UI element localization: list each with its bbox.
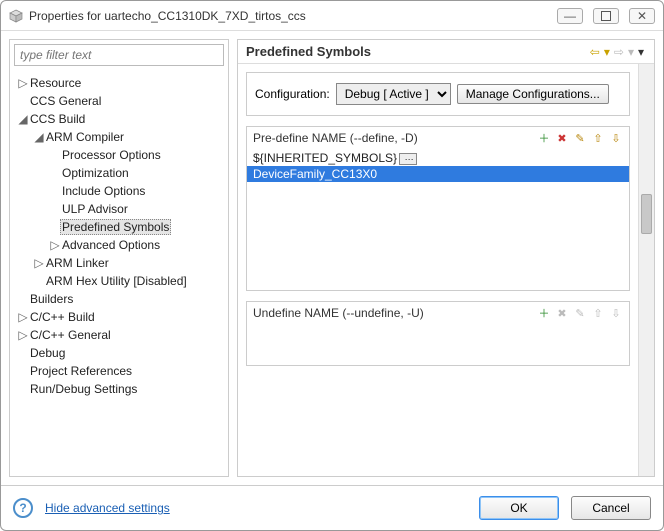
define-list[interactable]: ${INHERITED_SYMBOLS} DeviceFamily_CC13X0 [247,150,629,290]
delete-icon: ✖ [555,306,569,320]
expand-icon[interactable]: ▷ [18,326,28,344]
hide-advanced-link[interactable]: Hide advanced settings [45,501,170,515]
window-title: Properties for uartecho_CC1310DK_7XD_tir… [29,9,557,23]
close-button[interactable]: ✕ [629,8,655,24]
edit-icon: ✎ [573,306,587,320]
content-area: ▷Resource CCS General ◢CCS Build ◢ARM Co… [1,31,663,485]
tree-item-ccs-general[interactable]: CCS General [28,94,103,108]
undefine-label: Undefine NAME (--undefine, -U) [253,306,537,320]
list-item[interactable]: DeviceFamily_CC13X0 [247,166,629,182]
tree-item-ulp-advisor[interactable]: ULP Advisor [60,202,130,216]
configuration-label: Configuration: [255,87,330,101]
scrollbar-thumb[interactable] [641,194,652,234]
tree-item-c-cpp-build[interactable]: C/C++ Build [28,310,97,324]
forward-icon: ⇨ [612,45,626,59]
manage-configurations-button[interactable]: Manage Configurations... [457,84,609,104]
category-tree-pane: ▷Resource CCS General ◢CCS Build ◢ARM Co… [9,39,229,477]
forward-menu-icon: ▾ [626,45,636,59]
vertical-scrollbar[interactable] [638,64,654,476]
expand-icon[interactable]: ▷ [18,308,28,326]
expand-icon[interactable]: ▷ [34,254,44,272]
tree-item-c-cpp-general[interactable]: C/C++ General [28,328,113,342]
titlebar: Properties for uartecho_CC1310DK_7XD_tir… [1,1,663,31]
category-tree[interactable]: ▷Resource CCS General ◢CCS Build ◢ARM Co… [10,70,228,476]
tree-item-debug[interactable]: Debug [28,346,67,360]
configuration-group: Configuration: Debug [ Active ] Manage C… [246,72,630,116]
move-up-icon[interactable]: ⇧ [591,131,605,145]
tree-item-project-references[interactable]: Project References [28,364,134,378]
filter-box [14,44,224,66]
dialog-body: ▷Resource CCS General ◢CCS Build ◢ARM Co… [1,31,663,530]
undefine-toolbar: Undefine NAME (--undefine, -U) ＋ ✖ ✎ ⇧ ⇩ [247,302,629,325]
settings-pane: Predefined Symbols ⇦ ▾ ⇨ ▾ ▾ Configurati… [237,39,655,477]
define-label: Pre-define NAME (--define, -D) [253,131,537,145]
tree-item-arm-linker[interactable]: ARM Linker [44,256,111,270]
view-menu-icon[interactable]: ▾ [636,45,646,59]
collapse-icon[interactable]: ◢ [34,128,44,146]
filter-input[interactable] [14,44,224,66]
tree-item-include-options[interactable]: Include Options [60,184,147,198]
undefine-group: Undefine NAME (--undefine, -U) ＋ ✖ ✎ ⇧ ⇩ [246,301,630,366]
collapse-icon[interactable]: ◢ [18,110,28,128]
list-item[interactable]: ${INHERITED_SYMBOLS} [247,150,629,166]
add-icon[interactable]: ＋ [537,131,551,145]
tree-item-processor-options[interactable]: Processor Options [60,148,163,162]
tree-item-ccs-build[interactable]: CCS Build [28,112,87,126]
expand-icon[interactable]: ▷ [50,236,60,254]
move-down-icon[interactable]: ⇩ [609,131,623,145]
tree-item-optimization[interactable]: Optimization [60,166,131,180]
cancel-button[interactable]: Cancel [571,496,651,520]
undefine-list[interactable] [247,325,629,365]
define-toolbar: Pre-define NAME (--define, -D) ＋ ✖ ✎ ⇧ ⇩ [247,127,629,150]
add-icon[interactable]: ＋ [537,306,551,320]
help-icon[interactable]: ? [13,498,33,518]
tree-item-advanced-options[interactable]: Advanced Options [60,238,162,252]
maximize-button[interactable] [593,8,619,24]
tree-item-predefined-symbols[interactable]: Predefined Symbols [60,219,171,235]
tree-item-arm-compiler[interactable]: ARM Compiler [44,130,126,144]
settings-header: Predefined Symbols ⇦ ▾ ⇨ ▾ ▾ [238,40,654,64]
app-icon [9,9,23,23]
define-group: Pre-define NAME (--define, -D) ＋ ✖ ✎ ⇧ ⇩… [246,126,630,291]
configuration-select[interactable]: Debug [ Active ] [336,83,451,105]
tree-item-arm-hex-utility[interactable]: ARM Hex Utility [Disabled] [44,274,189,288]
move-down-icon: ⇩ [609,306,623,320]
properties-dialog: Properties for uartecho_CC1310DK_7XD_tir… [0,0,664,531]
tree-item-run-debug-settings[interactable]: Run/Debug Settings [28,382,139,396]
window-controls: — ✕ [557,8,655,24]
tree-item-builders[interactable]: Builders [28,292,75,306]
ok-button[interactable]: OK [479,496,559,520]
expand-icon[interactable]: ▷ [18,74,28,92]
settings-body: Configuration: Debug [ Active ] Manage C… [238,64,654,476]
edit-icon[interactable]: ✎ [573,131,587,145]
page-title: Predefined Symbols [246,44,588,59]
back-menu-icon[interactable]: ▾ [602,45,612,59]
dialog-footer: ? Hide advanced settings OK Cancel [1,485,663,530]
move-up-icon: ⇧ [591,306,605,320]
tree-item-resource[interactable]: Resource [28,76,83,90]
delete-icon[interactable]: ✖ [555,131,569,145]
minimize-button[interactable]: — [557,8,583,24]
back-icon[interactable]: ⇦ [588,45,602,59]
